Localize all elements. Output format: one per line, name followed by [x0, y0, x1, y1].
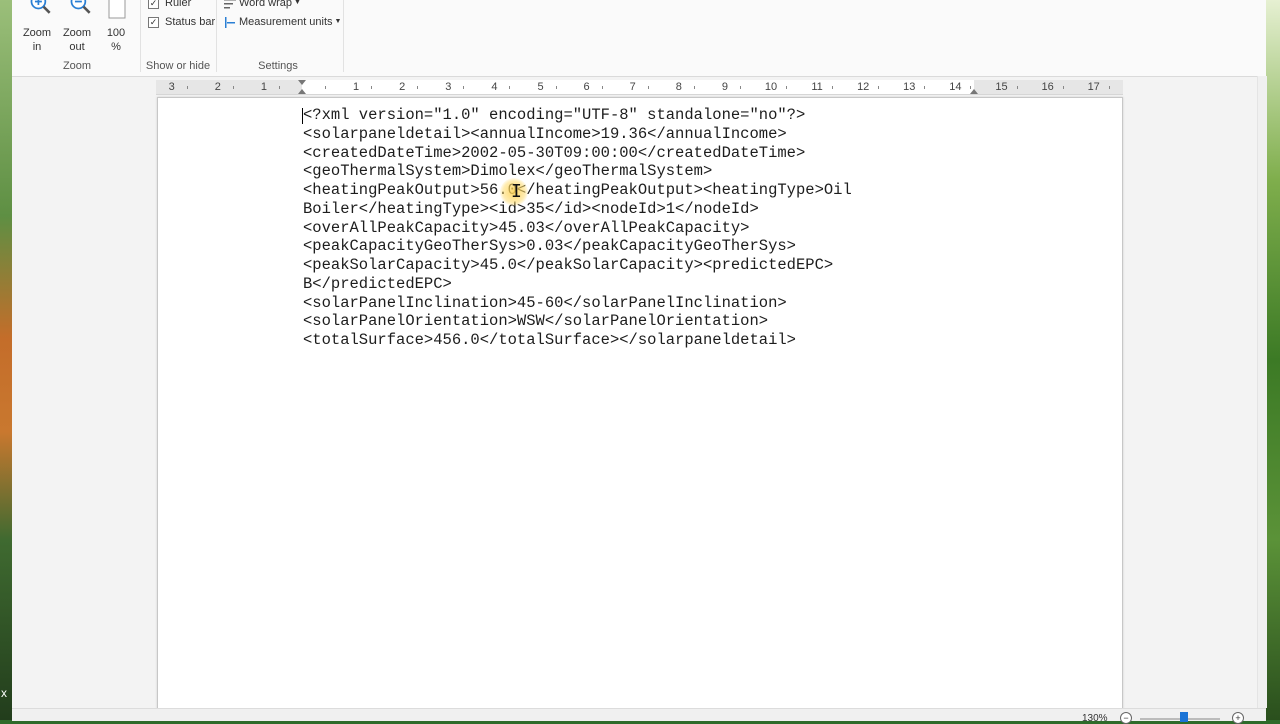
- document-page[interactable]: <?xml version="1.0" encoding="UTF-8" sta…: [157, 97, 1123, 710]
- ruler-tick: [1063, 86, 1064, 89]
- document-line[interactable]: Boiler</heatingType><id>35</id><nodeId>1…: [303, 200, 983, 219]
- ruler-number: 12: [857, 80, 869, 94]
- ruler-tick: [832, 86, 833, 89]
- document-line[interactable]: <heatingPeakOutput>56.0</heatingPeakOutp…: [303, 181, 983, 200]
- desktop-wallpaper-right: [1266, 0, 1280, 720]
- ruler-tick: [786, 86, 787, 89]
- zoom-out-icon: [67, 0, 95, 18]
- measurement-units-dropdown[interactable]: Measurement units▼: [224, 15, 341, 29]
- document-line[interactable]: <createdDateTime>2002-05-30T09:00:00</cr…: [303, 144, 983, 163]
- zoom-out-button[interactable]: Zoom out: [58, 0, 96, 56]
- zoom-level: 130%: [1082, 713, 1108, 724]
- ruler-number: 1: [261, 80, 267, 94]
- ruler-number: 3: [445, 80, 451, 94]
- ruler-tick: [970, 86, 971, 89]
- ruler-tick: [325, 86, 326, 89]
- chevron-down-icon: ▼: [294, 0, 301, 6]
- desktop-wallpaper-left: [0, 0, 12, 720]
- document-line[interactable]: <solarPanelOrientation>WSW</solarPanelOr…: [303, 312, 983, 331]
- close-glyph: x: [1, 686, 7, 700]
- ruler-number: 2: [215, 80, 221, 94]
- ruler-number: 16: [1041, 80, 1053, 94]
- show-hide-group-label: Show or hide: [144, 60, 212, 72]
- ruler-number: 10: [765, 80, 777, 94]
- ruler-tick: [602, 86, 603, 89]
- document-line[interactable]: <?xml version="1.0" encoding="UTF-8" sta…: [303, 106, 983, 125]
- zoom-out-icon[interactable]: −: [1120, 712, 1132, 724]
- document-line[interactable]: B</predictedEPC>: [303, 275, 983, 294]
- ruler-left-margin: [156, 80, 302, 94]
- ruler-number: 11: [811, 80, 822, 94]
- zoom-in-icon: [27, 0, 55, 18]
- word-wrap-icon: [224, 0, 236, 9]
- ruler-tick: [233, 86, 234, 89]
- ruler-tick: [463, 86, 464, 89]
- document-line[interactable]: <peakSolarCapacity>45.0</peakSolarCapaci…: [303, 256, 983, 275]
- zoom-in-button[interactable]: Zoom in: [18, 0, 56, 56]
- ruler-tick: [924, 86, 925, 89]
- document-line[interactable]: <peakCapacityGeoTherSys>0.03</peakCapaci…: [303, 237, 983, 256]
- horizontal-ruler[interactable]: 3211234567891011121314151617: [156, 80, 1123, 95]
- zoom-in-icon[interactable]: +: [1232, 712, 1244, 724]
- ruler-number: 13: [903, 80, 915, 94]
- ruler-number: 8: [676, 80, 682, 94]
- checkbox-checked-icon: ✓: [148, 17, 159, 28]
- ruler-tick: [1017, 86, 1018, 89]
- ruler-checkbox[interactable]: ✓Ruler: [148, 0, 191, 10]
- page-icon: [107, 0, 127, 20]
- status-bar-checkbox[interactable]: ✓Status bar: [148, 15, 215, 29]
- right-indent-marker[interactable]: [970, 89, 978, 94]
- document-line[interactable]: <geoThermalSystem>Dimolex</geoThermalSys…: [303, 162, 983, 181]
- ruler-tick: [187, 86, 188, 89]
- status-bar: 130% − +: [12, 708, 1266, 721]
- i-beam-cursor-icon: I: [511, 182, 522, 202]
- checkbox-checked-icon: ✓: [148, 0, 159, 9]
- group-separator: [140, 0, 141, 72]
- vertical-scrollbar[interactable]: [1257, 76, 1267, 708]
- ruler-units-icon: [224, 17, 236, 28]
- ruler-tick: [556, 86, 557, 89]
- document-text[interactable]: <?xml version="1.0" encoding="UTF-8" sta…: [303, 106, 983, 350]
- document-line[interactable]: <solarPanelInclination>45-60</solarPanel…: [303, 294, 983, 313]
- ruler-number: 9: [722, 80, 728, 94]
- document-line[interactable]: <solarpaneldetail><annualIncome>19.36</a…: [303, 125, 983, 144]
- ruler-tick: [694, 86, 695, 89]
- ruler-number: 4: [491, 80, 497, 94]
- left-indent-marker[interactable]: [298, 89, 306, 94]
- word-wrap-dropdown[interactable]: Word wrap▼: [224, 0, 301, 10]
- document-line[interactable]: <totalSurface>456.0</totalSurface></sola…: [303, 331, 983, 350]
- group-separator: [216, 0, 217, 72]
- ruler-number: 15: [995, 80, 1007, 94]
- ruler-tick: [740, 86, 741, 89]
- zoom-slider-thumb[interactable]: [1180, 712, 1188, 722]
- zoom-100-button[interactable]: 100 %: [98, 0, 134, 56]
- ruler-tick: [648, 86, 649, 89]
- first-line-indent-marker[interactable]: [298, 80, 306, 85]
- ruler-tick: [371, 86, 372, 89]
- ruler-number: 14: [949, 80, 961, 94]
- ruler-number: 5: [537, 80, 543, 94]
- ruler-tick: [878, 86, 879, 89]
- ruler-number: 1: [353, 80, 359, 94]
- chevron-down-icon: ▼: [335, 18, 342, 25]
- ruler-number: 17: [1088, 80, 1100, 94]
- text-caret: [302, 108, 303, 124]
- zoom-group-label: Zoom: [52, 60, 102, 72]
- ruler-number: 2: [399, 80, 405, 94]
- wordpad-window: Zoom in Zoom out 100 % Zoom ✓Ruler: [12, 0, 1266, 720]
- ruler-tick: [509, 86, 510, 89]
- ruler-tick: [279, 86, 280, 89]
- ruler-tick: [417, 86, 418, 89]
- ribbon-view-tab: Zoom in Zoom out 100 % Zoom ✓Ruler: [12, 0, 1266, 77]
- ruler-number: 7: [630, 80, 636, 94]
- ruler-number: 3: [169, 80, 175, 94]
- ruler-tick: [1109, 86, 1110, 89]
- ruler-number: 6: [584, 80, 590, 94]
- settings-group-label: Settings: [248, 60, 308, 72]
- group-separator: [343, 0, 344, 72]
- document-line[interactable]: <overAllPeakCapacity>45.03</overAllPeakC…: [303, 219, 983, 238]
